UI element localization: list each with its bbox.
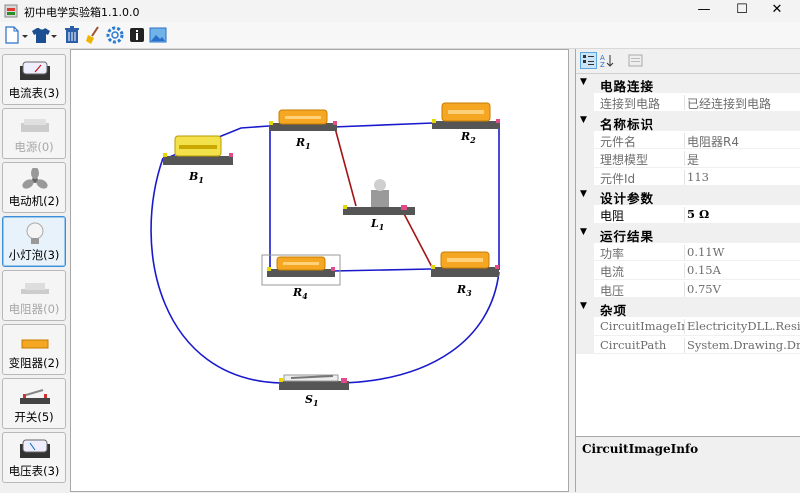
sidebar-item-voltmeter[interactable]: 电压表(3) — [2, 432, 66, 483]
sidebar-item-motor[interactable]: 电动机(2) — [2, 162, 66, 213]
clear-icon[interactable] — [84, 25, 104, 45]
property-row[interactable]: 元件名 电阻器R4 — [576, 130, 800, 149]
circuit-canvas[interactable]: B1 R1 R2 L1 R4 R3 S1 — [70, 49, 569, 492]
battery-b1 — [163, 135, 233, 165]
sidebar-item-resistor[interactable]: 电阻器(0) — [2, 270, 66, 321]
property-description: CircuitImageInfo — [576, 436, 800, 493]
component-label-b1: B1 — [189, 170, 204, 186]
resistor-icon — [21, 283, 49, 294]
app-icon — [4, 4, 18, 18]
main-toolbar — [0, 22, 800, 49]
sidebar-item-label: 电阻器(0) — [8, 302, 60, 316]
property-row[interactable]: 理想模型是 — [576, 149, 800, 168]
ammeter-icon — [20, 61, 50, 80]
component-label-r3: R3 — [457, 283, 472, 299]
resistor-r1 — [269, 109, 337, 131]
settings-icon[interactable] — [105, 25, 125, 45]
sidebar-item-label: 电源(0) — [14, 140, 54, 154]
sidebar-item-power[interactable]: 电源(0) — [2, 108, 66, 159]
sidebar-item-label: 电流表(3) — [8, 86, 60, 100]
info-icon[interactable] — [127, 25, 147, 45]
sidebar-item-ammeter[interactable]: 电流表(3) — [2, 54, 66, 105]
rheostat-icon — [21, 339, 49, 349]
property-pages-icon[interactable] — [627, 52, 644, 69]
new-icon[interactable] — [2, 25, 22, 45]
category-circuit-connection[interactable]: ▼ 电路连接 — [576, 74, 800, 94]
property-row[interactable]: 功率 0.11W — [576, 242, 800, 261]
property-row[interactable]: 电流 0.15A — [576, 261, 800, 280]
sidebar-item-label: 开关(5) — [14, 410, 54, 424]
sidebar-item-label: 小灯泡(3) — [8, 248, 60, 262]
bulb-icon — [26, 222, 44, 244]
property-row-resistance[interactable]: 电阻 5 Ω — [576, 205, 800, 224]
component-sidebar: 电流表(3) 电源(0) 电动机(2) 小灯泡(3) 电阻器(0) 变阻器(2)… — [0, 49, 69, 492]
collapse-icon[interactable]: ▼ — [580, 301, 587, 311]
collapse-icon[interactable]: ▼ — [580, 189, 587, 199]
resistor-r3 — [431, 251, 499, 277]
delete-icon[interactable] — [62, 25, 82, 45]
switch-icon — [20, 389, 50, 404]
category-misc[interactable]: ▼ 杂项 — [576, 298, 800, 318]
theme-icon[interactable] — [31, 25, 51, 45]
switch-s1 — [279, 374, 349, 390]
wire — [332, 268, 432, 272]
wire — [341, 271, 500, 384]
sidebar-item-switch[interactable]: 开关(5) — [2, 378, 66, 429]
description-title: CircuitImageInfo — [582, 442, 699, 456]
sidebar-item-label: 变阻器(2) — [8, 356, 60, 370]
sidebar-item-rheostat[interactable]: 变阻器(2) — [2, 324, 66, 375]
property-grid: ▼ 电路连接 连接到电路 已经连接到电路 ▼ 名称标识 元件名 电阻器R4 理想模型是 … — [576, 74, 800, 354]
motor-fan-icon — [22, 168, 48, 189]
title-bar: 初中电学实验箱1.1.0.0 — ☐ ✕ — [0, 0, 800, 22]
property-row[interactable]: 元件Id 113 — [576, 167, 800, 186]
svg-text:Z: Z — [600, 61, 605, 69]
category-name-identity[interactable]: ▼ 名称标识 — [576, 111, 800, 132]
resistor-r2 — [432, 102, 500, 129]
circuit-drawing — [150, 102, 500, 390]
component-label-r4: R4 — [293, 286, 308, 302]
close-button[interactable]: ✕ — [754, 0, 800, 22]
component-label-s1: S1 — [305, 393, 319, 409]
resistor-r4 — [261, 254, 341, 286]
property-row[interactable]: 电压 0.75V — [576, 279, 800, 298]
wire — [332, 122, 434, 128]
window-title: 初中电学实验箱1.1.0.0 — [24, 6, 140, 19]
voltmeter-icon — [20, 439, 50, 458]
component-label-r2: R2 — [461, 130, 476, 146]
property-row[interactable]: CircuitPathSystem.Drawing.Drawing2D.Grap… — [576, 335, 800, 354]
wire — [334, 127, 357, 207]
collapse-icon[interactable]: ▼ — [580, 77, 587, 87]
property-toolbar: AZ — [576, 49, 800, 74]
component-label-r1: R1 — [296, 136, 311, 152]
image-icon[interactable] — [148, 25, 168, 45]
sidebar-item-label: 电压表(3) — [8, 464, 60, 478]
property-panel: AZ ▼ 电路连接 连接到电路 已经连接到电路 ▼ 名称标识 元件名 电阻器R4 理想模… — [575, 49, 800, 493]
wire — [400, 207, 434, 270]
alphabetical-icon[interactable]: AZ — [599, 52, 616, 69]
component-label-l1: L1 — [371, 217, 385, 233]
property-row[interactable]: 连接到电路 已经连接到电路 — [576, 93, 800, 112]
categorized-icon[interactable] — [580, 52, 597, 69]
category-run-results[interactable]: ▼ 运行结果 — [576, 223, 800, 244]
category-design-params[interactable]: ▼ 设计参数 — [576, 186, 800, 206]
collapse-icon[interactable]: ▼ — [580, 115, 587, 125]
collapse-icon[interactable]: ▼ — [580, 227, 587, 237]
property-row[interactable]: CircuitImageInfoElectricityDLL.ResistorI… — [576, 317, 800, 336]
sidebar-item-label: 电动机(2) — [8, 194, 60, 208]
battery-icon — [21, 119, 49, 132]
theme-dropdown-icon[interactable] — [50, 25, 58, 45]
new-dropdown-icon[interactable] — [21, 25, 29, 45]
sidebar-item-bulb[interactable]: 小灯泡(3) — [2, 216, 66, 267]
